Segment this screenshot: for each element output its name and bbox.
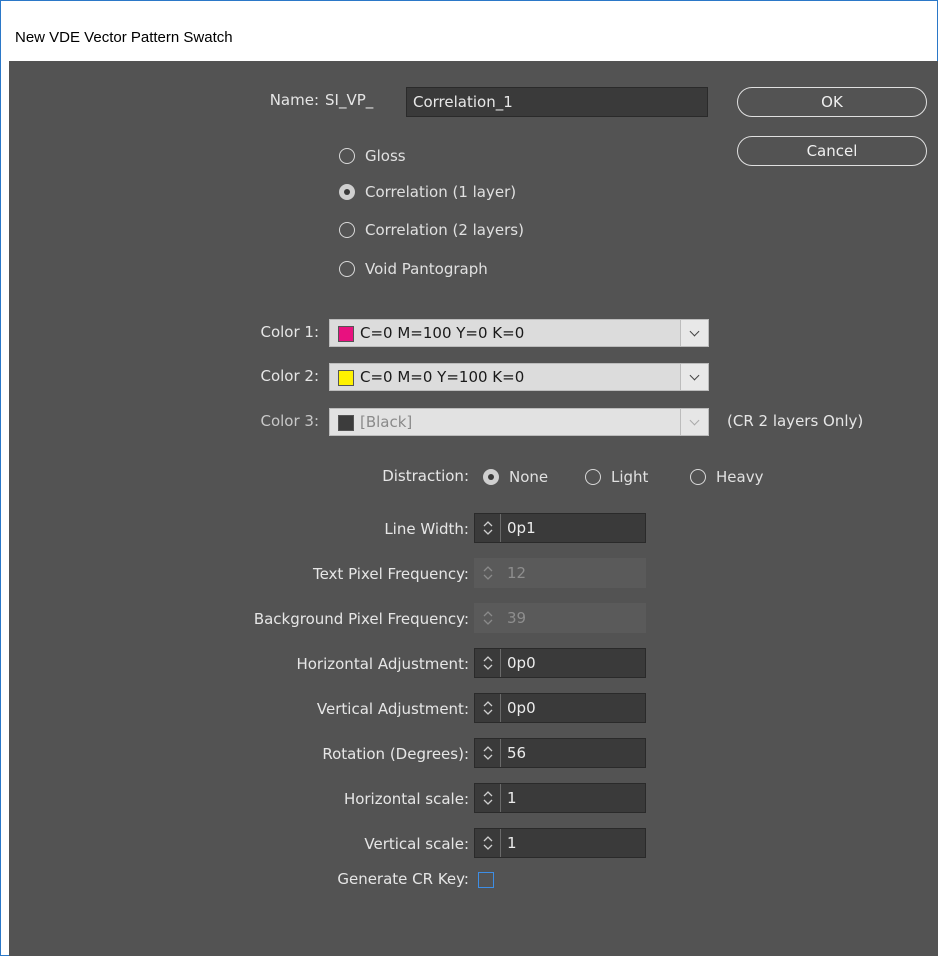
distraction-label: Distraction: <box>382 467 469 485</box>
distraction-heavy[interactable]: Heavy <box>690 466 763 488</box>
stepper-arrows-icon <box>475 559 501 587</box>
line-width-stepper[interactable]: 0p1 <box>474 513 646 543</box>
background-pixel-frequency-stepper: 39 <box>474 603 646 633</box>
vertical-adjustment-stepper[interactable]: 0p0 <box>474 693 646 723</box>
stepper-arrows-icon[interactable] <box>475 829 501 857</box>
title-bar: New VDE Vector Pattern Swatch <box>1 1 937 61</box>
radio-label: Void Pantograph <box>365 260 488 278</box>
radio-label: Correlation (2 layers) <box>365 221 524 239</box>
distraction-light[interactable]: Light <box>585 466 648 488</box>
text-pixel-frequency-value: 12 <box>507 564 527 582</box>
chevron-down-icon[interactable] <box>680 320 708 346</box>
horizontal-adjustment-value: 0p0 <box>507 654 536 672</box>
text-pixel-frequency-stepper: 12 <box>474 558 646 588</box>
chevron-down-icon <box>680 409 708 435</box>
radio-label: Heavy <box>716 468 764 486</box>
generate-cr-key-label: Generate CR Key: <box>337 870 469 888</box>
stepper-arrows-icon[interactable] <box>475 514 501 542</box>
rotation-label: Rotation (Degrees): <box>322 745 469 763</box>
radio-button-icon <box>339 261 355 277</box>
radio-label: Correlation (1 layer) <box>365 183 517 201</box>
color-swatch-icon <box>338 326 354 342</box>
vertical-scale-stepper[interactable]: 1 <box>474 828 646 858</box>
color-3-note: (CR 2 layers Only) <box>727 412 864 430</box>
name-input[interactable]: Correlation_1 <box>406 87 708 117</box>
color-3-label: Color 3: <box>260 412 319 430</box>
horizontal-scale-value: 1 <box>507 789 517 807</box>
line-width-value: 0p1 <box>507 519 536 537</box>
horizontal-scale-stepper[interactable]: 1 <box>474 783 646 813</box>
generate-cr-key-checkbox[interactable] <box>478 872 494 888</box>
color-1-label: Color 1: <box>260 323 319 341</box>
color-swatch-icon <box>338 415 354 431</box>
line-width-label: Line Width: <box>384 520 469 538</box>
dialog-window: New VDE Vector Pattern Swatch Name: SI_V… <box>0 0 938 956</box>
stepper-arrows-icon[interactable] <box>475 694 501 722</box>
dialog-body: Name: SI_VP_ Correlation_1 OK Cancel Glo… <box>9 61 938 956</box>
radio-button-icon <box>339 148 355 164</box>
distraction-none[interactable]: None <box>483 466 548 488</box>
radio-button-icon <box>585 469 601 485</box>
radio-label: Light <box>611 468 649 486</box>
name-label: Name: <box>269 91 319 109</box>
vertical-scale-value: 1 <box>507 834 517 852</box>
horizontal-adjustment-label: Horizontal Adjustment: <box>296 655 469 673</box>
ok-button[interactable]: OK <box>737 87 927 117</box>
vertical-scale-label: Vertical scale: <box>364 835 469 853</box>
radio-correlation-1-layer[interactable]: Correlation (1 layer) <box>339 181 516 203</box>
color-3-value: [Black] <box>360 413 413 431</box>
horizontal-scale-label: Horizontal scale: <box>343 790 469 808</box>
color-2-label: Color 2: <box>260 367 319 385</box>
radio-label: None <box>509 468 549 486</box>
radio-selected-icon <box>339 184 355 200</box>
color-2-value: C=0 M=0 Y=100 K=0 <box>360 368 525 386</box>
horizontal-adjustment-stepper[interactable]: 0p0 <box>474 648 646 678</box>
stepper-arrows-icon[interactable] <box>475 784 501 812</box>
background-pixel-frequency-value: 39 <box>507 609 527 627</box>
vertical-adjustment-value: 0p0 <box>507 699 536 717</box>
stepper-arrows-icon[interactable] <box>475 739 501 767</box>
color-3-select: [Black] <box>329 408 709 436</box>
color-2-select[interactable]: C=0 M=0 Y=100 K=0 <box>329 363 709 391</box>
text-pixel-frequency-label: Text Pixel Frequency: <box>312 565 469 583</box>
rotation-stepper[interactable]: 56 <box>474 738 646 768</box>
color-1-select[interactable]: C=0 M=100 Y=0 K=0 <box>329 319 709 347</box>
radio-gloss[interactable]: Gloss <box>339 145 406 167</box>
radio-label: Gloss <box>365 147 406 165</box>
radio-correlation-2-layers[interactable]: Correlation (2 layers) <box>339 219 524 241</box>
radio-selected-icon <box>483 469 499 485</box>
stepper-arrows-icon <box>475 604 501 632</box>
stepper-arrows-icon[interactable] <box>475 649 501 677</box>
vertical-adjustment-label: Vertical Adjustment: <box>316 700 469 718</box>
radio-void-pantograph[interactable]: Void Pantograph <box>339 258 488 280</box>
radio-button-icon <box>690 469 706 485</box>
color-1-value: C=0 M=100 Y=0 K=0 <box>360 324 525 342</box>
chevron-down-icon[interactable] <box>680 364 708 390</box>
window-title: New VDE Vector Pattern Swatch <box>15 29 233 46</box>
cancel-button[interactable]: Cancel <box>737 136 927 166</box>
name-prefix: SI_VP_ <box>325 91 374 109</box>
radio-button-icon <box>339 222 355 238</box>
rotation-value: 56 <box>507 744 527 762</box>
color-swatch-icon <box>338 370 354 386</box>
background-pixel-frequency-label: Background Pixel Frequency: <box>253 610 469 628</box>
